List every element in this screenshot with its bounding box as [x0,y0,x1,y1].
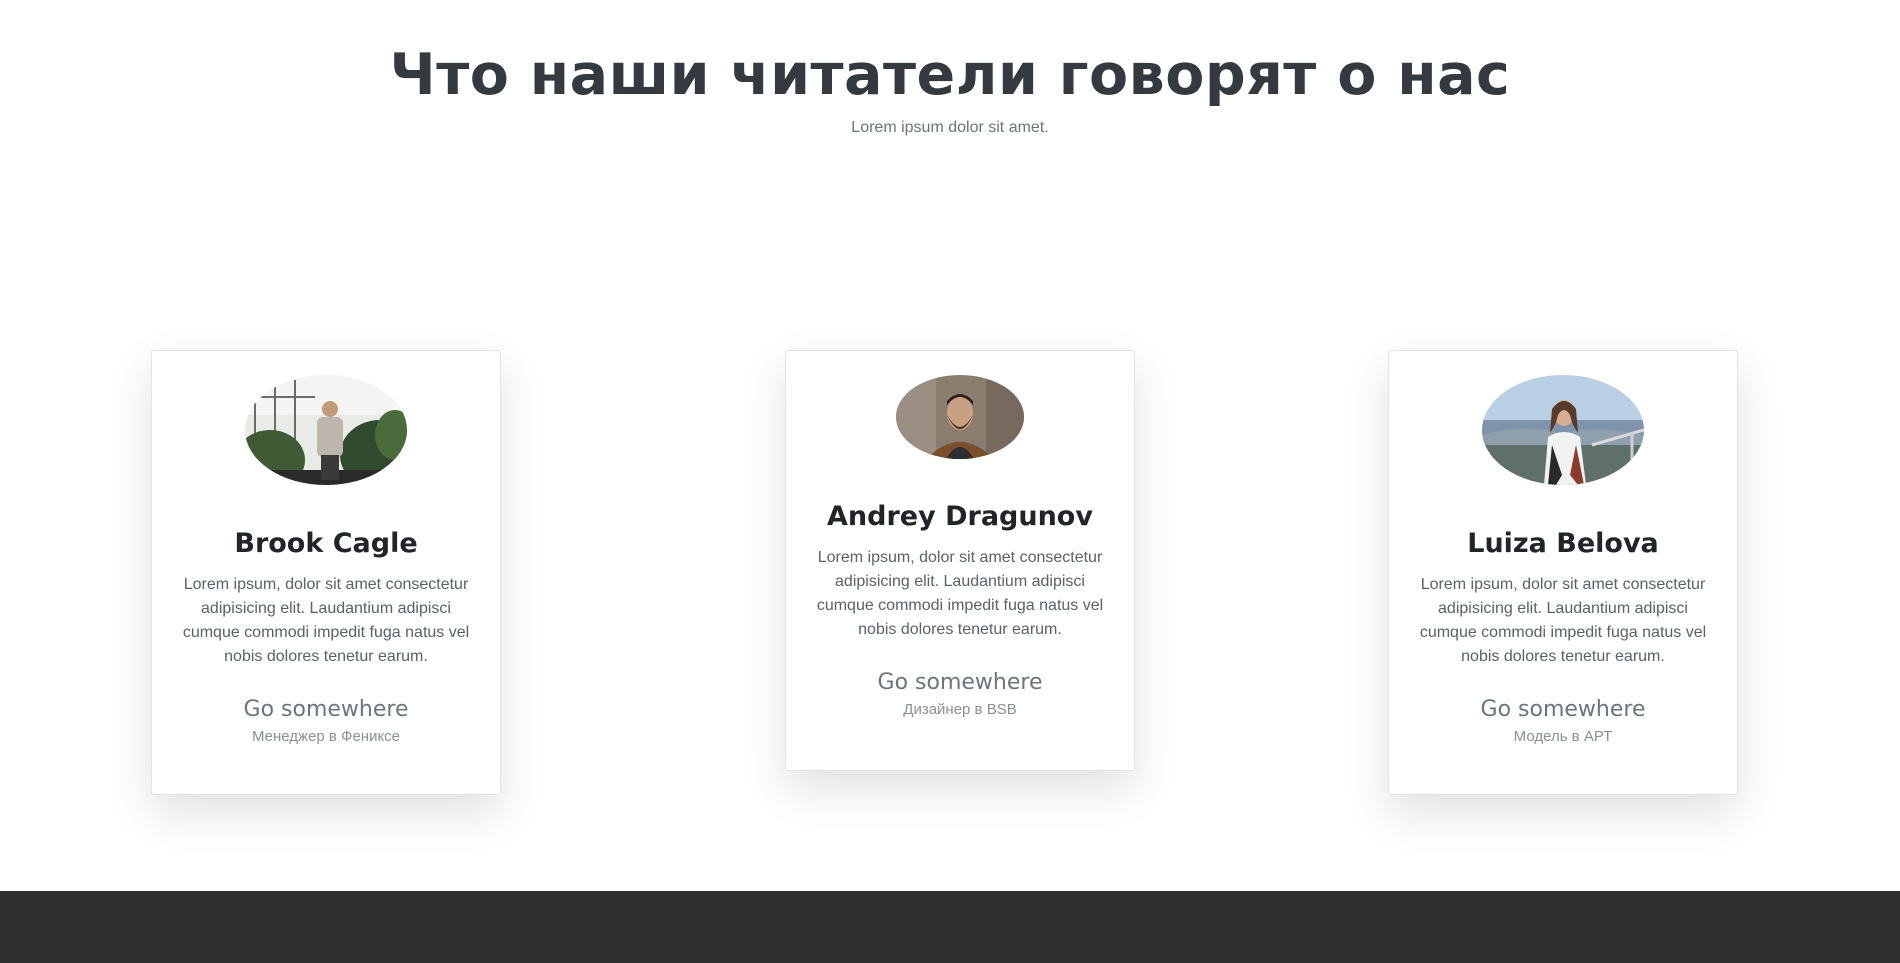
avatar-luiza [1482,375,1644,485]
testimonial-card-brook: Brook Cagle Lorem ipsum, dolor sit amet … [151,350,501,795]
testimonial-card-andrey: Andrey Dragunov Lorem ipsum, dolor sit a… [785,350,1135,771]
testimonial-role: Дизайнер в BSB [903,701,1017,718]
avatar-andrey [896,375,1024,459]
testimonial-text: Lorem ipsum, dolor sit amet consectetur … [182,576,470,665]
testimonial-name: Andrey Dragunov [827,501,1093,532]
bearded-man-photo-icon [896,375,1024,459]
testimonial-card-luiza: Luiza Belova Lorem ipsum, dolor sit amet… [1388,350,1738,795]
man-with-plants-photo-icon [245,375,407,485]
avatar-brook [245,375,407,485]
section-subtitle: Lorem ipsum dolor sit amet. [851,119,1049,136]
testimonial-text: Lorem ipsum, dolor sit amet consectetur … [1419,576,1707,665]
testimonial-name: Brook Cagle [234,528,418,559]
go-somewhere-link[interactable]: Go somewhere [786,670,1134,695]
testimonials-page: Что наши читатели говорят о нас Lorem ip… [0,0,1900,963]
testimonial-role: Модель в АРТ [1513,728,1613,745]
go-somewhere-link[interactable]: Go somewhere [152,697,500,722]
woman-on-balcony-photo-icon [1482,375,1644,485]
testimonial-text: Lorem ipsum, dolor sit amet consectetur … [816,549,1104,638]
testimonial-name: Luiza Belova [1467,528,1659,559]
go-somewhere-link[interactable]: Go somewhere [1389,697,1737,722]
section-title: Что наши читатели говорят о нас [389,42,1511,108]
testimonial-role: Менеджер в Фениксе [251,728,401,745]
footer-bar [0,891,1900,963]
